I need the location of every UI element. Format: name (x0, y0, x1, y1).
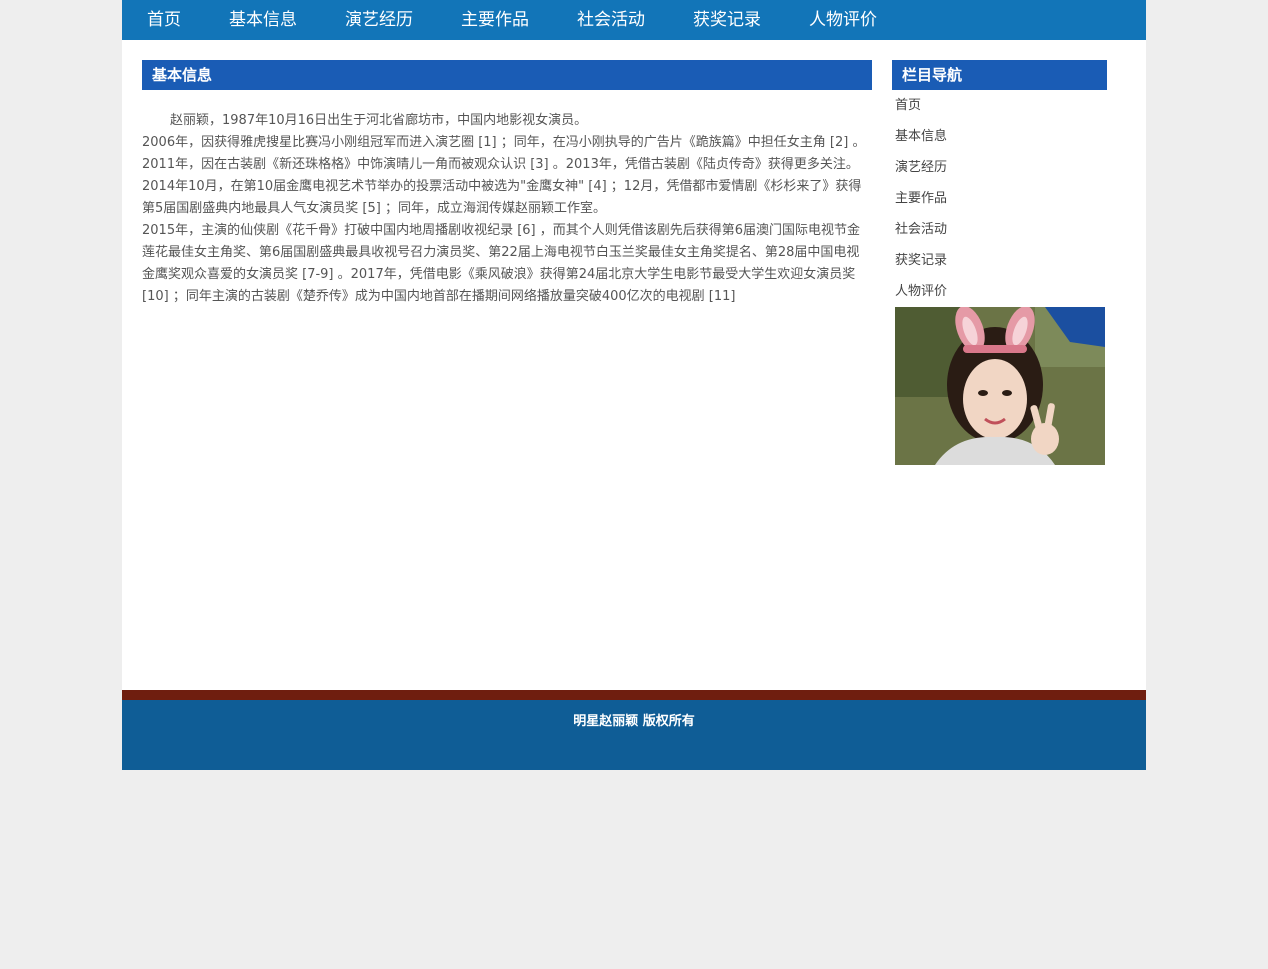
page-container: 首页 基本信息 演艺经历 主要作品 社会活动 获奖记录 人物评价 基本信息 赵丽… (122, 0, 1146, 770)
paragraph-career-2006: 2006年，因获得雅虎搜星比赛冯小刚组冠军而进入演艺圈 [1] ；同年，在冯小刚… (142, 135, 866, 216)
sidebar-item-home[interactable]: 首页 (892, 90, 1107, 121)
profile-photo (895, 307, 1105, 465)
sidebar-item-awards[interactable]: 获奖记录 (892, 245, 1107, 276)
nav-item-reviews[interactable]: 人物评价 (809, 0, 877, 40)
sidebar-nav: 首页 基本信息 演艺经历 主要作品 社会活动 获奖记录 人物评价 (892, 90, 1107, 307)
nav-item-social[interactable]: 社会活动 (577, 0, 645, 40)
footer-divider (122, 690, 1146, 700)
main-section-title: 基本信息 (142, 60, 872, 90)
nav-item-career[interactable]: 演艺经历 (345, 0, 413, 40)
copyright-text: 明星赵丽颖 版权所有 (573, 714, 695, 729)
nav-item-awards[interactable]: 获奖记录 (693, 0, 761, 40)
paragraph-intro: 赵丽颖，1987年10月16日出生于河北省廊坊市，中国内地影视女演员。 (170, 113, 588, 128)
sidebar-item-works[interactable]: 主要作品 (892, 183, 1107, 214)
nav-item-basic-info[interactable]: 基本信息 (229, 0, 297, 40)
footer: 明星赵丽颖 版权所有 (122, 700, 1146, 770)
sidebar-item-reviews[interactable]: 人物评价 (892, 276, 1107, 307)
top-nav: 首页 基本信息 演艺经历 主要作品 社会活动 获奖记录 人物评价 (122, 0, 1146, 40)
sidebar-item-basic-info[interactable]: 基本信息 (892, 121, 1107, 152)
sidebar-title: 栏目导航 (892, 60, 1107, 90)
sidebar-item-career[interactable]: 演艺经历 (892, 152, 1107, 183)
sidebar-item-social[interactable]: 社会活动 (892, 214, 1107, 245)
sidebar: 栏目导航 首页 基本信息 演艺经历 主要作品 社会活动 获奖记录 人物评价 (892, 60, 1107, 465)
profile-photo-illustration (895, 307, 1105, 465)
main-content: 基本信息 赵丽颖，1987年10月16日出生于河北省廊坊市，中国内地影视女演员。… (142, 60, 872, 308)
nav-item-works[interactable]: 主要作品 (461, 0, 529, 40)
nav-item-home[interactable]: 首页 (147, 0, 181, 40)
article-body: 赵丽颖，1987年10月16日出生于河北省廊坊市，中国内地影视女演员。 2006… (142, 110, 872, 308)
paragraph-career-2015: 2015年，主演的仙侠剧《花千骨》打破中国内地周播剧收视纪录 [6] ，而其个人… (142, 223, 861, 304)
